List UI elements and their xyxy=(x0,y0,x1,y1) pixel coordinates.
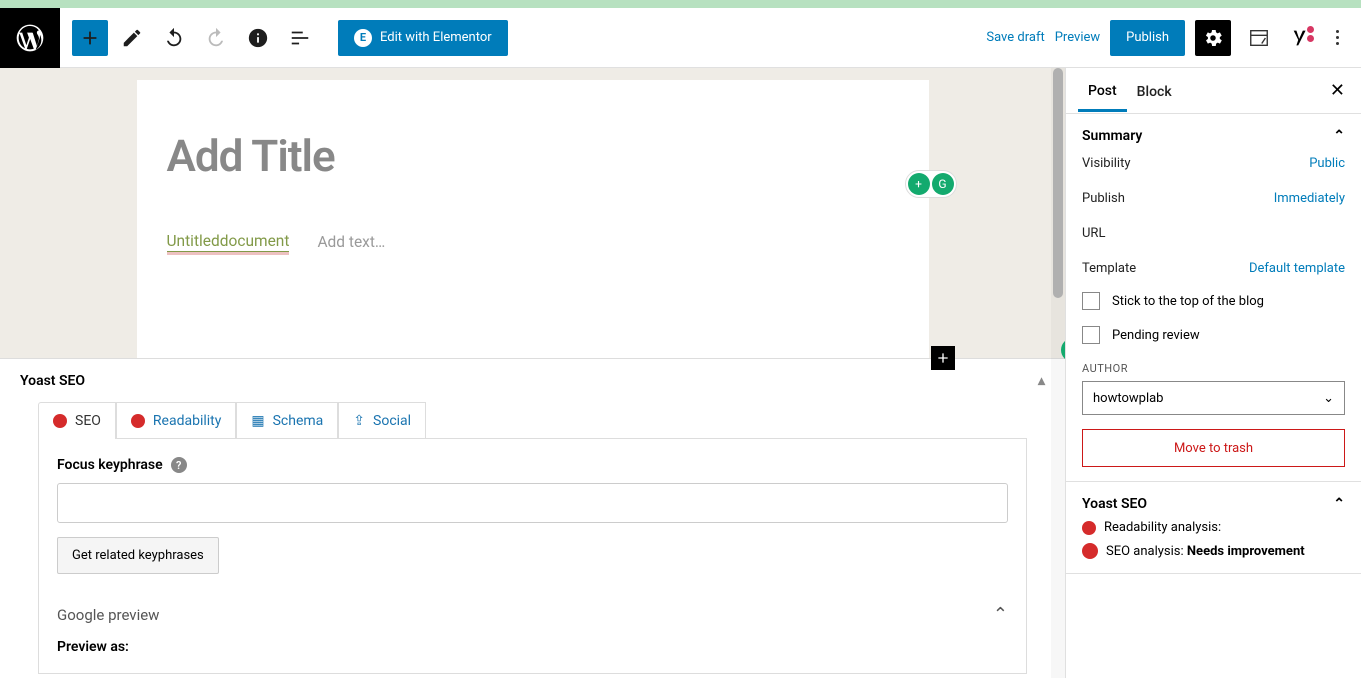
info-button[interactable] xyxy=(240,20,276,56)
canvas-scrollbar[interactable] xyxy=(1051,68,1065,678)
redo-button[interactable] xyxy=(198,20,234,56)
seo-analysis-label: SEO analysis: xyxy=(1106,544,1184,559)
yoast-panel-title: Yoast SEO xyxy=(20,373,85,389)
stick-label: Stick to the top of the blog xyxy=(1112,294,1264,309)
tab-readability[interactable]: Readability xyxy=(116,402,236,439)
add-block-inline-button[interactable] xyxy=(931,346,955,370)
google-preview-heading: Google preview xyxy=(57,606,159,624)
tab-seo[interactable]: SEO xyxy=(38,402,116,439)
author-select[interactable]: howtowplab⌄ xyxy=(1082,381,1345,415)
template-label: Template xyxy=(1082,261,1136,276)
stick-checkbox[interactable] xyxy=(1082,292,1100,310)
preview-as-label: Preview as: xyxy=(57,639,1008,655)
yoast-sidebar-toggle[interactable]: Yoast SEO⌃ xyxy=(1082,496,1345,512)
seo-indicator-icon xyxy=(53,414,67,428)
post-title-input[interactable]: Add Title xyxy=(167,130,899,182)
wordpress-logo[interactable] xyxy=(0,8,60,68)
preview-link[interactable]: Preview xyxy=(1055,30,1100,45)
related-keyphrases-button[interactable]: Get related keyphrases xyxy=(57,537,219,574)
help-icon[interactable]: ? xyxy=(171,457,187,473)
publish-value[interactable]: Immediately xyxy=(1274,191,1345,206)
move-to-trash-button[interactable]: Move to trash xyxy=(1082,429,1345,467)
settings-sidebar: Post Block ✕ Summary⌃ Visibility Public P… xyxy=(1065,68,1361,678)
chevron-up-icon: ⌃ xyxy=(1333,496,1345,512)
chevron-down-icon: ⌄ xyxy=(1323,391,1334,406)
undo-button[interactable] xyxy=(156,20,192,56)
edit-mode-button[interactable] xyxy=(114,20,150,56)
share-icon: ⇪ xyxy=(353,413,365,429)
visibility-value[interactable]: Public xyxy=(1309,156,1345,171)
save-draft-link[interactable]: Save draft xyxy=(986,30,1044,45)
tab-schema[interactable]: ▦Schema xyxy=(236,402,338,439)
author-section-label: AUTHOR xyxy=(1082,362,1345,375)
outline-button[interactable] xyxy=(282,20,318,56)
focus-keyphrase-input[interactable] xyxy=(57,483,1008,523)
readability-analysis-label: Readability analysis: xyxy=(1104,520,1221,535)
url-label: URL xyxy=(1082,226,1105,241)
yoast-toolbar-icon[interactable] xyxy=(1287,24,1315,52)
add-block-button[interactable] xyxy=(72,20,108,56)
edit-with-elementor-button[interactable]: E Edit with Elementor xyxy=(338,20,508,56)
grammarly-add-icon: + xyxy=(908,173,930,195)
settings-button[interactable] xyxy=(1195,20,1231,56)
more-options-button[interactable] xyxy=(1325,30,1349,45)
template-value[interactable]: Default template xyxy=(1249,261,1345,276)
chevron-up-icon: ⌃ xyxy=(1333,128,1345,144)
tab-social[interactable]: ⇪Social xyxy=(338,402,426,439)
tab-block[interactable]: Block xyxy=(1127,70,1182,112)
seo-analysis-value: Needs improvement xyxy=(1187,544,1305,559)
publish-label: Publish xyxy=(1082,191,1125,206)
tab-post[interactable]: Post xyxy=(1078,69,1127,112)
focus-keyphrase-label: Focus keyphrase xyxy=(57,457,163,473)
yoast-collapse-icon[interactable]: ▴ xyxy=(1038,373,1045,389)
readability-dot-icon xyxy=(1082,521,1096,535)
document-link[interactable]: Untitleddocument xyxy=(167,232,290,252)
schema-icon: ▦ xyxy=(251,413,264,429)
close-icon[interactable]: ✕ xyxy=(1326,76,1349,105)
add-text-placeholder[interactable]: Add text… xyxy=(317,233,385,251)
grammarly-widget-2[interactable] xyxy=(1061,338,1065,362)
pending-checkbox[interactable] xyxy=(1082,326,1100,344)
grammarly-widget[interactable]: + G xyxy=(905,170,957,198)
publish-button[interactable]: Publish xyxy=(1110,20,1185,56)
elementor-icon: E xyxy=(354,29,372,47)
summary-toggle[interactable]: Summary⌃ xyxy=(1082,128,1345,144)
seo-face-icon xyxy=(1082,543,1098,559)
top-toolbar: E Edit with Elementor Save draft Preview… xyxy=(0,8,1361,68)
grammarly-icon: G xyxy=(932,173,954,195)
template-button[interactable] xyxy=(1241,20,1277,56)
readability-indicator-icon xyxy=(131,414,145,428)
pending-label: Pending review xyxy=(1112,328,1200,343)
chevron-up-icon[interactable]: ⌃ xyxy=(993,604,1008,625)
visibility-label: Visibility xyxy=(1082,156,1131,171)
elementor-label: Edit with Elementor xyxy=(380,30,492,45)
